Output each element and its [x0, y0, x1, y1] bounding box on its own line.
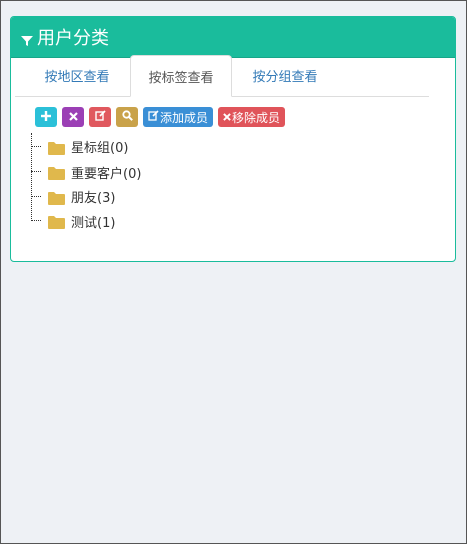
- folder-icon: [48, 165, 65, 181]
- folder-icon: [48, 214, 65, 230]
- tree-node[interactable]: 测试(1): [31, 209, 231, 234]
- add-member-label: 添加成员: [160, 110, 209, 125]
- tree-node[interactable]: 朋友(3): [31, 185, 231, 210]
- edit-icon: [94, 110, 106, 124]
- tree-node-label: 重要客户(0): [71, 166, 142, 182]
- panel-header: 用户分类: [11, 17, 455, 58]
- tree-node[interactable]: 重要客户(0): [31, 160, 231, 185]
- tab-label: 按分组查看: [252, 69, 318, 85]
- panel-title: 用户分类: [37, 28, 109, 49]
- tree-node[interactable]: 星标组(0): [31, 133, 231, 160]
- search-icon: [121, 110, 133, 124]
- add-member-button[interactable]: 添加成员: [143, 107, 214, 127]
- close-icon: [223, 110, 231, 124]
- tree-branch: [31, 145, 41, 148]
- remove-member-button[interactable]: 移除成员: [218, 107, 286, 127]
- tree-branch: [31, 171, 41, 173]
- tab-by-region[interactable]: 按地区查看: [27, 55, 127, 95]
- edit-button[interactable]: [89, 107, 111, 127]
- tree-node-label: 朋友(3): [71, 191, 116, 207]
- tree-branch: [31, 195, 41, 198]
- tree-toolbar: 添加成员 移除成员: [35, 107, 286, 127]
- search-button[interactable]: [116, 107, 138, 127]
- folder-icon: [48, 140, 65, 155]
- tab-label: 按地区查看: [44, 69, 110, 85]
- plus-icon: [41, 110, 51, 124]
- tree-node-label: 星标组(0): [71, 141, 129, 156]
- filter-icon: [21, 31, 33, 46]
- tab-by-group[interactable]: 按分组查看: [235, 55, 335, 95]
- tree-node-label: 测试(1): [71, 215, 116, 231]
- edit-icon: [148, 110, 159, 124]
- remove-member-label: 移除成员: [232, 110, 281, 125]
- tree-branch: [31, 220, 41, 222]
- tag-tree: 星标组(0) 重要客户(0) 朋友(3) 测试(1): [31, 133, 231, 234]
- close-icon: [68, 110, 78, 124]
- folder-icon: [48, 190, 65, 205]
- tab-label: 按标签查看: [148, 70, 214, 86]
- tab-by-tag[interactable]: 按标签查看: [130, 55, 232, 97]
- add-button[interactable]: [35, 107, 57, 127]
- view-tabs: 按地区查看 按标签查看 按分组查看: [15, 55, 429, 97]
- delete-button[interactable]: [62, 107, 84, 127]
